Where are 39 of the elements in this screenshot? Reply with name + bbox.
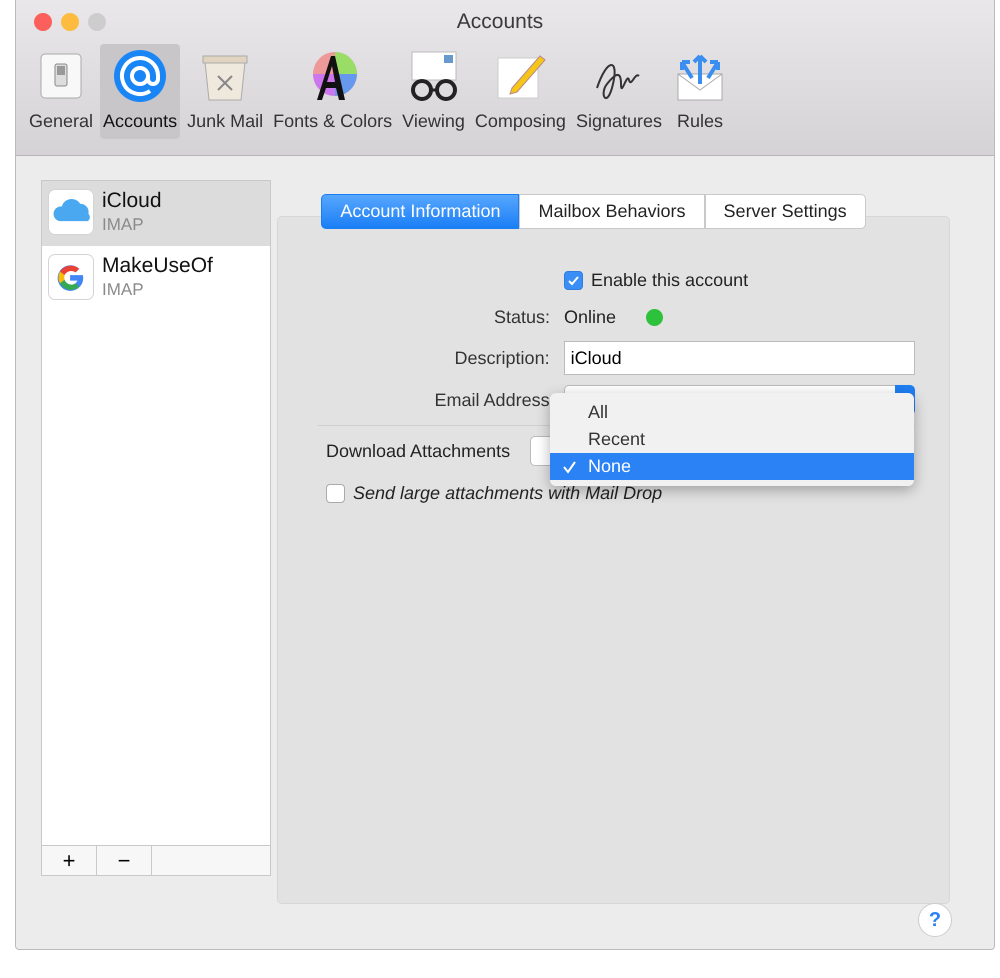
toolbar-button[interactable]: General	[26, 44, 96, 138]
help-button[interactable]: ?	[918, 903, 952, 937]
menu-item[interactable]: All	[550, 399, 914, 426]
checkmark-icon	[562, 460, 576, 474]
checkbox[interactable]	[564, 271, 583, 290]
toolbar-button[interactable]: Accounts	[100, 44, 180, 138]
window-title: Accounts	[456, 9, 544, 35]
toolbar-button[interactable]: Composing	[472, 44, 569, 138]
account-name: iCloud	[102, 189, 162, 212]
account-row[interactable]: MakeUseOf IMAP	[42, 246, 270, 310]
zoom-button[interactable]	[88, 12, 106, 31]
field-label: Download Attachments	[326, 440, 510, 462]
menu-item[interactable]: Recent	[550, 426, 914, 453]
menu-item[interactable]: None	[550, 453, 914, 480]
toolbar-button[interactable]: Junk Mail	[184, 44, 266, 138]
tab[interactable]: Mailbox Behaviors	[519, 194, 705, 229]
toolbar-button[interactable]: Viewing	[399, 44, 468, 138]
toolbar-button[interactable]: Fonts & Colors	[270, 44, 396, 138]
checkmark-icon	[567, 274, 580, 287]
toolbar-button[interactable]: Signatures	[572, 44, 665, 138]
close-button[interactable]	[34, 12, 52, 31]
checkbox[interactable]	[326, 484, 345, 503]
account-type: IMAP	[102, 214, 145, 236]
tab[interactable]: Server Settings	[704, 194, 866, 229]
cloud-icon	[48, 189, 94, 235]
at-sign-icon	[112, 48, 168, 104]
account-row[interactable]: iCloud IMAP	[42, 181, 270, 246]
toolbar-button[interactable]: Rules	[669, 44, 731, 138]
checkbox-label: Send large attachments with Mail Drop	[353, 482, 662, 505]
minimize-button[interactable]	[61, 12, 79, 31]
account-type: IMAP	[102, 278, 145, 301]
field-label: Email Address	[434, 388, 550, 412]
description-field[interactable]: iCloud	[564, 341, 915, 375]
account-name: MakeUseOf	[102, 254, 213, 277]
checkbox-label: Enable this account	[591, 269, 748, 292]
field-label: Status:	[492, 306, 550, 329]
status-text: Online	[564, 306, 616, 329]
field-label: Description:	[454, 346, 550, 370]
google-g-icon	[48, 254, 94, 300]
